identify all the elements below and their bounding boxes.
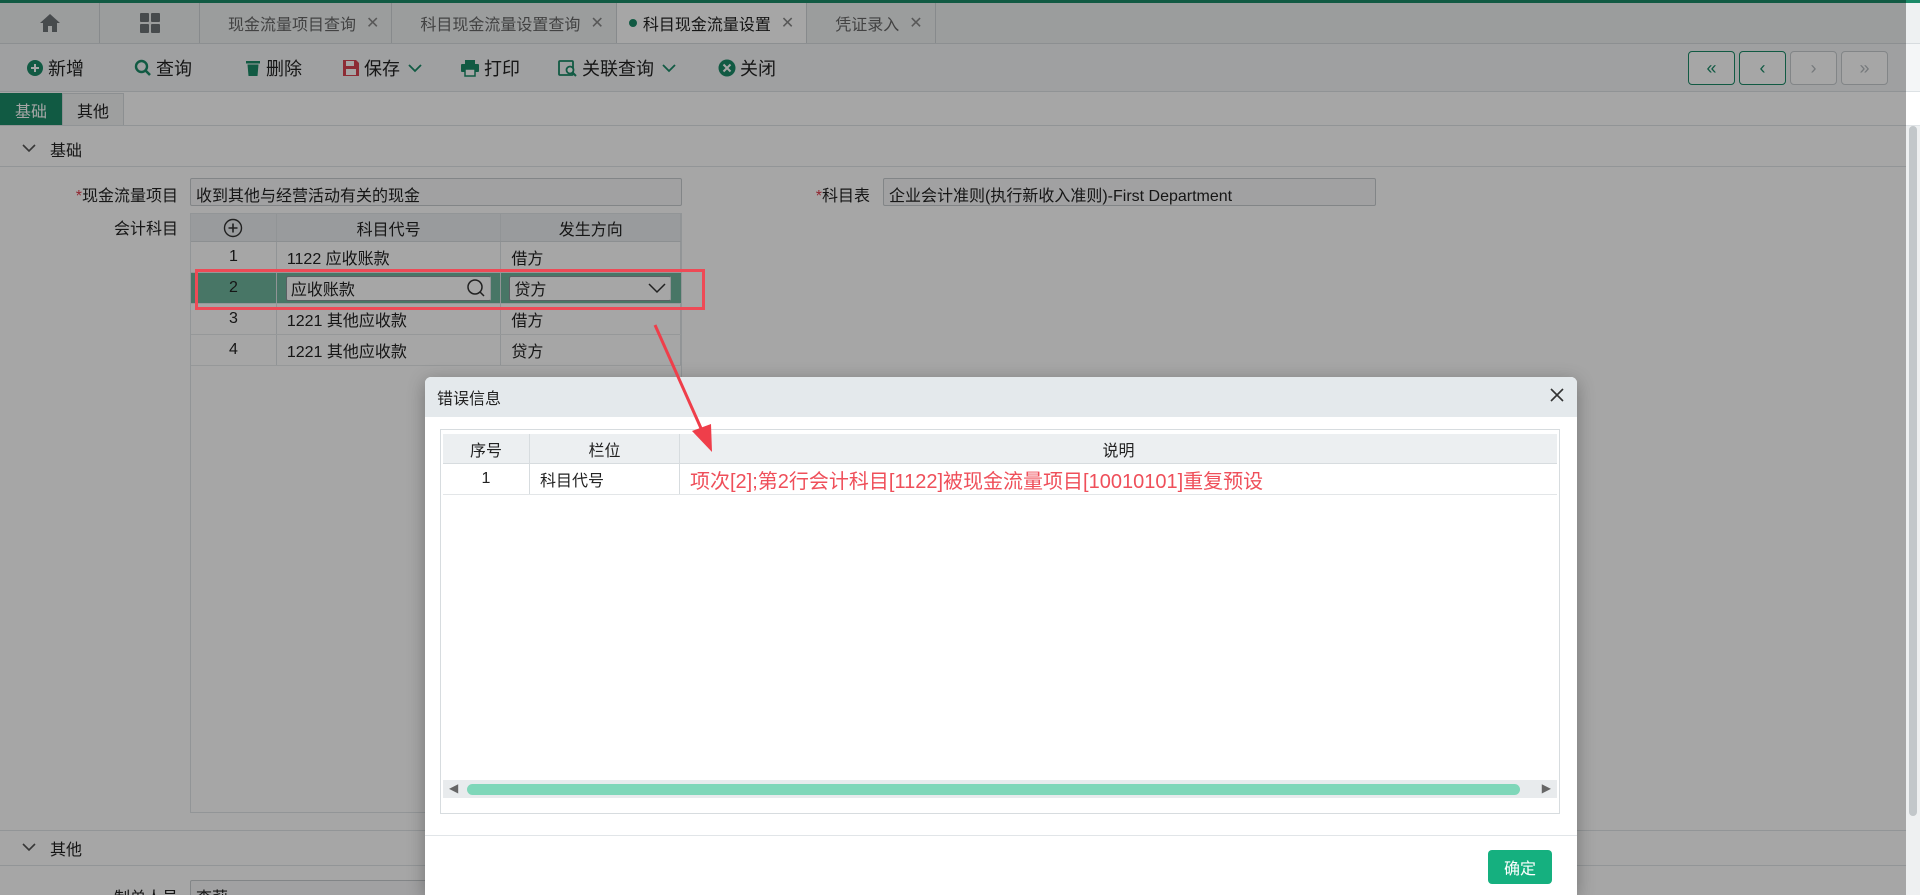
- scroll-right-icon[interactable]: ▶: [1542, 781, 1551, 795]
- table-row[interactable]: 1 科目代号 项次[2];第2行会计科目[1122]被现金流量项目[100101…: [443, 464, 1557, 495]
- ok-button[interactable]: 确定: [1488, 850, 1552, 884]
- dialog-title: 错误信息: [437, 391, 502, 408]
- vertical-scrollbar[interactable]: [1906, 126, 1920, 895]
- scrollbar-thumb[interactable]: [1909, 126, 1917, 816]
- close-icon[interactable]: [1549, 386, 1565, 409]
- highlight-box: [195, 269, 705, 310]
- error-no: 1: [443, 464, 530, 494]
- header-desc: 说明: [1102, 442, 1135, 460]
- error-table-header: 序号 栏位 说明: [443, 434, 1557, 464]
- header-field: 栏位: [530, 434, 680, 463]
- error-field: 科目代号: [530, 464, 680, 494]
- horizontal-scrollbar[interactable]: ◀ ▶: [443, 780, 1557, 798]
- header-no: 序号: [443, 434, 530, 463]
- error-dialog: 错误信息 序号 栏位 说明 1 科目代号 项次[2];第2行会计科目[1122]…: [425, 377, 1577, 895]
- error-table: 序号 栏位 说明 1 科目代号 项次[2];第2行会计科目[1122]被现金流量…: [440, 429, 1560, 814]
- scrollbar-thumb[interactable]: [467, 784, 1520, 795]
- error-description: 项次[2];第2行会计科目[1122]被现金流量项目[10010101]重复预设: [690, 470, 1264, 493]
- dialog-title-bar: 错误信息: [425, 377, 1577, 417]
- scroll-left-icon[interactable]: ◀: [449, 781, 458, 795]
- dialog-footer: 确定: [425, 835, 1577, 895]
